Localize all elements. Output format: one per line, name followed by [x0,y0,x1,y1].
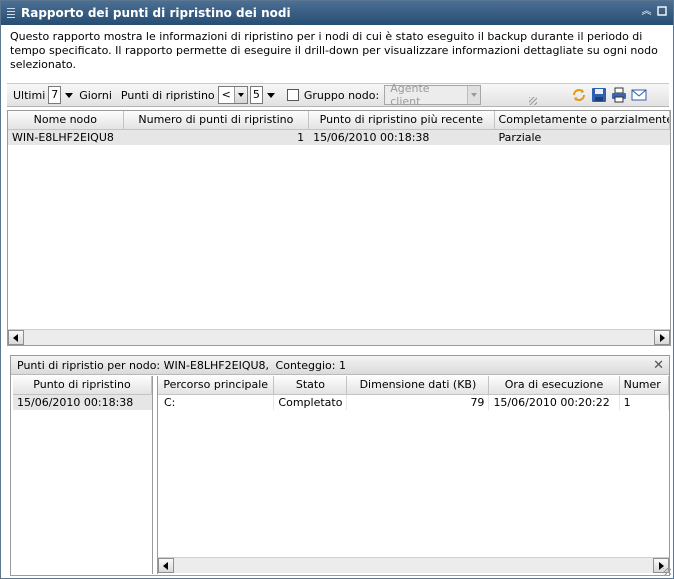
detail-header: Punti di ripristio per nodo: WIN-E8LHF2E… [11,356,669,375]
table-row[interactable]: WIN-E8LHF2EIQU8 1 15/06/2010 00:18:38 Pa… [8,130,670,145]
detail-panel: Punti di ripristio per nodo: WIN-E8LHF2E… [10,355,670,576]
window-title: Rapporto dei punti di ripristino dei nod… [21,6,291,20]
node-group-value: Agente client [390,82,430,108]
col-node-name[interactable]: Nome nodo [8,111,124,129]
save-icon[interactable] [591,87,607,103]
points-label: Punti di ripristino [120,88,215,102]
node-group-label: Gruppo nodo: [303,88,380,102]
col-restore-point[interactable]: Punto di ripristino [13,376,152,394]
col-data-size[interactable]: Dimensione dati (KB) [347,376,490,394]
detail-header-node: WIN-E8LHF2EIQU8, [163,359,270,372]
nodes-table-header: Nome nodo Numero di punti di ripristino … [8,111,670,130]
points-count-dropdown-icon[interactable] [266,92,275,98]
title-bar: Rapporto dei punti di ripristino dei nod… [1,1,673,25]
chevron-down-icon [467,86,481,104]
scroll-right-icon[interactable] [654,330,670,345]
cell-latest-restore: 15/06/2010 00:18:38 [309,130,495,145]
days-label: Giorni [79,88,112,102]
collapse-icon[interactable]: ︽ [641,6,652,18]
restore-points-list: Punto di ripristino 15/06/2010 00:18:38 [13,376,153,574]
cell-state: Completato [274,395,348,410]
detail-count-label: Conteggio: [275,359,336,372]
col-number[interactable]: Numer [620,376,669,394]
maximize-icon[interactable] [656,6,667,18]
restore-details-table: Percorso principale Stato Dimensione dat… [157,376,669,574]
col-latest-restore[interactable]: Punto di ripristino più recente [309,111,495,129]
cell-exec-time: 15/06/2010 00:20:22 [489,395,620,410]
last-days-input[interactable]: 7 [48,86,62,104]
grip-icon [7,8,15,18]
details-table-scrollbar[interactable] [158,557,669,573]
cell-restore-point: 15/06/2010 00:18:38 [13,395,152,410]
close-icon[interactable]: ✕ [653,356,664,375]
scroll-track[interactable] [174,558,653,573]
operator-select[interactable]: < [217,86,248,104]
chevron-down-icon[interactable] [233,87,247,103]
report-window: Rapporto dei punti di ripristino dei nod… [0,0,674,579]
detail-header-prefix: Punti di ripristio per nodo: [17,359,161,372]
col-state[interactable]: Stato [274,376,348,394]
scroll-track[interactable] [24,330,654,345]
window-resize-icon[interactable] [663,568,671,576]
cell-main-path: C: [158,395,275,410]
scroll-left-icon[interactable] [8,330,24,345]
scroll-left-icon[interactable] [158,558,174,573]
detail-count-value: 1 [338,359,346,372]
refresh-icon[interactable] [571,87,587,103]
filter-toolbar: Ultimi 7 Giorni Punti di ripristino < 5 … [7,82,669,108]
restore-points-header: Punto di ripristino [13,376,152,395]
node-group-checkbox[interactable] [286,89,299,101]
print-icon[interactable] [611,87,627,103]
points-count-input[interactable]: 5 [249,86,263,104]
last-label: Ultimi [13,88,46,102]
cell-data-size: 79 [347,395,490,410]
col-completeness[interactable]: Completamente o parzialmente [495,111,670,129]
last-days-dropdown-icon[interactable] [65,92,74,98]
email-icon[interactable] [631,87,647,103]
operator-value: < [221,88,231,101]
nodes-table: Nome nodo Numero di punti di ripristino … [7,110,671,346]
col-exec-time[interactable]: Ora di esecuzione [489,376,620,394]
report-description: Questo rapporto mostra le informazioni d… [10,30,658,71]
table-row[interactable]: C: Completato 79 15/06/2010 00:20:22 1 [158,395,669,410]
restore-details-header: Percorso principale Stato Dimensione dat… [158,376,669,395]
col-restore-count[interactable]: Numero di punti di ripristino [124,111,310,129]
cell-number: 1 [620,395,669,410]
nodes-table-scrollbar[interactable] [8,329,670,345]
cell-restore-count: 1 [124,130,310,145]
node-group-select: Agente client [384,82,482,108]
list-item[interactable]: 15/06/2010 00:18:38 [13,395,152,410]
cell-node-name: WIN-E8LHF2EIQU8 [8,130,124,145]
cell-completeness: Parziale [495,130,670,145]
col-main-path[interactable]: Percorso principale [158,376,275,394]
resize-grip-icon [529,97,538,105]
